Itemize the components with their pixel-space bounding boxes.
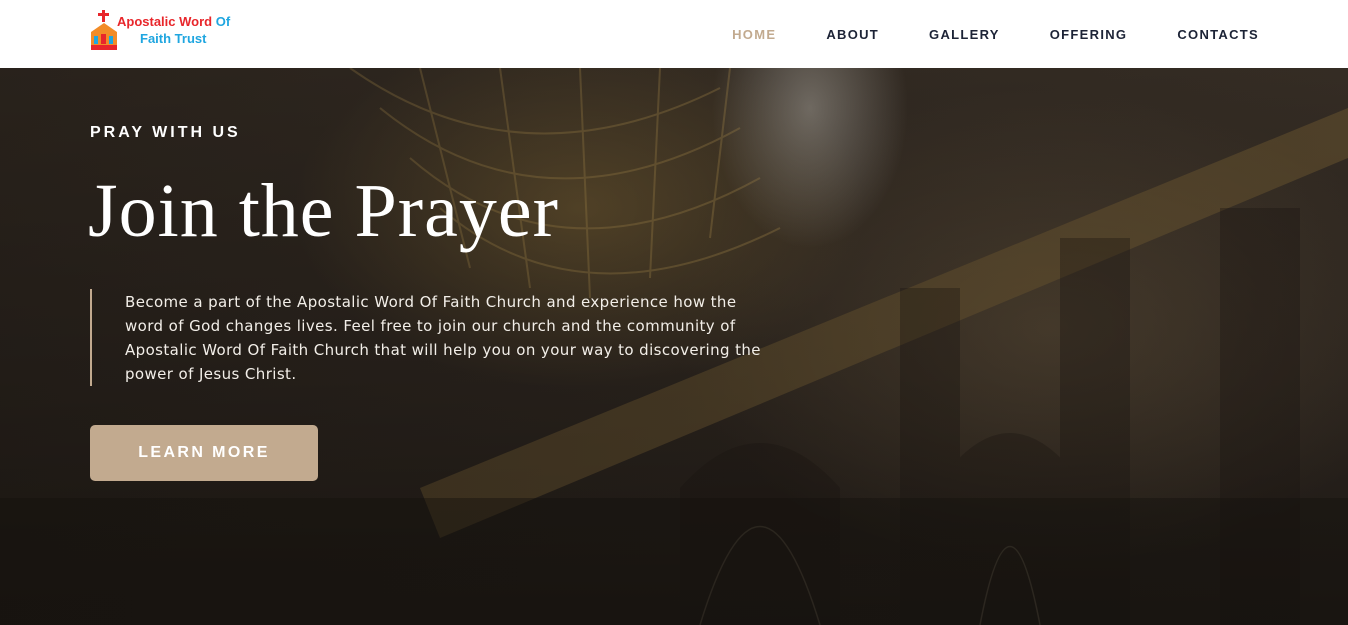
hero-description: Become a part of the Apostalic Word Of F… — [125, 293, 761, 383]
church-logo-icon — [89, 10, 121, 50]
brand-name: Apostalic Word Of Faith Trust — [117, 13, 230, 47]
nav-item-gallery[interactable]: GALLERY — [929, 27, 1000, 42]
hero-description-block: Become a part of the Apostalic Word Of F… — [90, 289, 780, 386]
hero-title: Join the Prayer — [88, 169, 559, 253]
logo[interactable]: Apostalic Word Of Faith Trust — [89, 10, 230, 50]
site-header: Apostalic Word Of Faith Trust HOME ABOUT… — [0, 0, 1348, 68]
brand-line2: Faith Trust — [140, 31, 207, 46]
nav-item-contacts[interactable]: CONTACTS — [1177, 27, 1259, 42]
nav-item-home[interactable]: HOME — [732, 27, 776, 42]
nav-item-offering[interactable]: OFFERING — [1050, 27, 1128, 42]
learn-more-button[interactable]: LEARN MORE — [90, 425, 318, 481]
hero-eyebrow: PRAY WITH US — [90, 124, 241, 141]
hero-section: PRAY WITH US Join the Prayer Become a pa… — [0, 68, 1348, 625]
nav-item-about[interactable]: ABOUT — [826, 27, 879, 42]
brand-line1: Apostalic Word — [117, 14, 213, 29]
main-nav: HOME ABOUT GALLERY OFFERING CONTACTS — [682, 0, 1259, 68]
brand-line1-of: Of — [215, 14, 231, 29]
